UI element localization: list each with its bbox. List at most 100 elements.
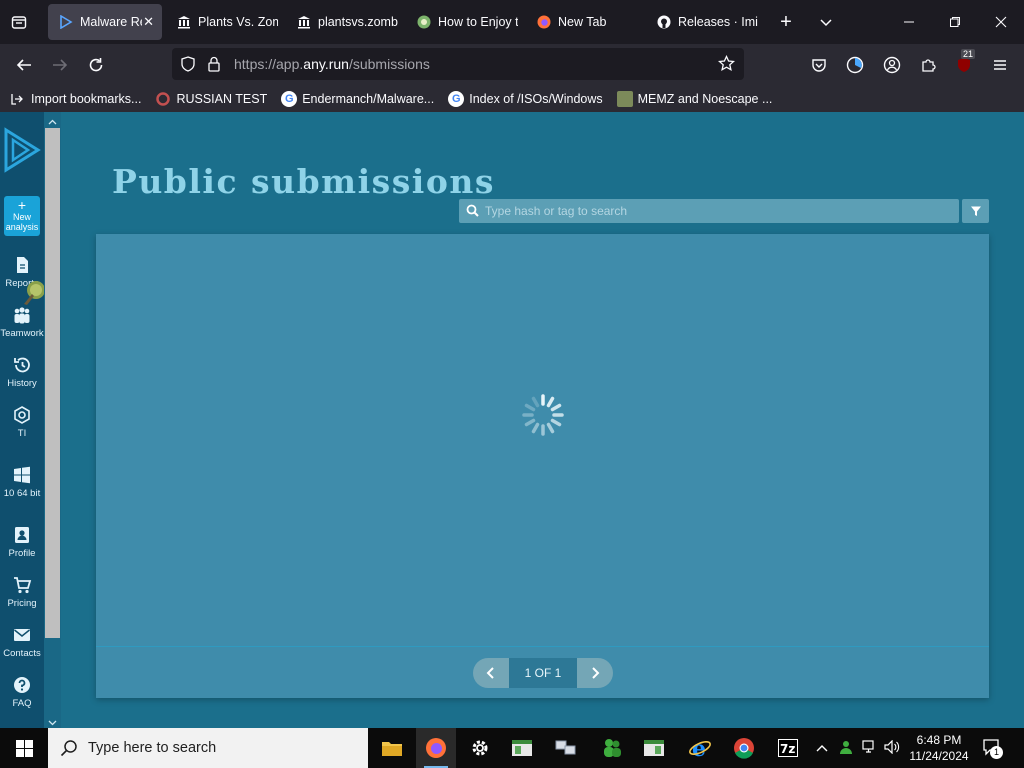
url-prefix: https://app. [234,56,304,72]
scrollbar-thumb[interactable] [45,128,60,638]
scroll-down-arrow-icon[interactable] [48,714,57,728]
list-all-tabs-icon[interactable] [6,10,32,34]
anyrun-logo[interactable] [2,126,42,174]
taskbar-chrome[interactable] [724,728,764,768]
bookmark-index-isos-windows[interactable]: G Index of /ISOs/Windows [448,90,603,107]
sidebar-item-history[interactable]: History [0,355,44,389]
close-window-icon[interactable] [978,0,1024,44]
sidebar-item-label: FAQ [12,698,32,709]
shield-icon[interactable] [180,56,196,77]
extension-badge: 21 [961,49,976,59]
taskbar-7zip[interactable]: 7z [768,728,808,768]
bookmark-memz-noescape[interactable]: MEMZ and Noescape ... [616,90,772,107]
next-page-button[interactable] [577,658,613,688]
cart-icon [14,577,32,594]
back-arrow-icon[interactable] [9,50,39,80]
sidebar-item-pricing[interactable]: Pricing [0,575,44,609]
chevron-right-icon [592,667,600,679]
tab-title: New Tab [558,15,607,29]
new-analysis-button[interactable]: + New analysis [4,196,40,236]
sidebar-item-windows-version[interactable]: 10 64 bit [0,465,44,499]
network-tray-icon[interactable] [862,740,878,757]
clock-date: 11/24/2024 [909,749,969,763]
internet-explorer-icon: e [689,736,711,760]
submissions-panel: 1 OF 1 [96,234,989,698]
notification-count-badge: 1 [990,746,1003,759]
chevron-left-icon [486,667,494,679]
sidebar-item-label: Profile [8,548,36,559]
show-hidden-icons-chevron-icon[interactable] [816,742,828,756]
taskbar-settings[interactable] [460,728,500,768]
museum-favicon-icon [296,14,312,30]
ublock-extension-icon[interactable]: 21 [949,49,979,80]
sidebar-item-faq[interactable]: FAQ [0,675,44,709]
windows-taskbar: Type here to search e 7z 6:48 PM 11/24/2… [0,728,1024,768]
loading-spinner-icon [520,392,566,438]
taskbar-app-window[interactable] [634,728,674,768]
search-icon [466,204,479,222]
taskbar-internet-explorer[interactable]: e [680,728,720,768]
search-icon [60,739,78,762]
tab-new-tab[interactable]: New Tab [526,4,642,40]
plus-icon: + [17,197,27,213]
url-text[interactable]: https://app.any.run/submissions [234,56,430,72]
taskbar-file-explorer[interactable] [372,728,412,768]
lock-icon[interactable] [207,56,221,77]
bookmark-russian-test[interactable]: RUSSIAN TEST [155,91,267,107]
reload-icon[interactable] [81,50,111,80]
bookmark-endermanch-malware[interactable]: G Endermanch/Malware... [281,90,434,107]
bookmark-import[interactable]: Import bookmarks... [10,91,141,107]
forward-arrow-icon[interactable] [45,50,75,80]
tab-plantsvs-zomb[interactable]: plantsvs.zomb [286,4,402,40]
sidebar-item-ti[interactable]: TI [0,405,44,439]
account-icon[interactable] [877,50,907,80]
extensions-puzzle-icon[interactable] [913,50,943,80]
tab-strip: Malware Re ✕ Plants Vs. Zom plantsvs.zom… [0,0,1024,44]
tab-title: plantsvs.zomb [318,15,398,29]
address-bar[interactable]: https://app.any.run/submissions [172,48,744,80]
tab-how-to-enjoy[interactable]: How to Enjoy t [406,4,522,40]
taskbar-app-network[interactable] [546,728,586,768]
bookmark-label: RUSSIAN TEST [176,91,268,106]
filter-button[interactable] [962,199,989,223]
firefox-icon [426,738,446,758]
tab-malware-research[interactable]: Malware Re ✕ [48,4,162,40]
sidebar-item-teamwork[interactable]: Teamwork [0,305,44,339]
previous-page-button[interactable] [473,658,509,688]
taskbar-app-registry[interactable] [502,728,542,768]
tab-releases[interactable]: Releases · Imin [646,4,762,40]
bookmark-star-icon[interactable] [717,54,736,77]
google-favicon-icon: G [281,90,298,107]
tab-plants-vs-zombies[interactable]: Plants Vs. Zom [166,4,282,40]
taskbar-search-box[interactable]: Type here to search [48,728,368,768]
sidebar-item-label: 10 64 bit [3,488,41,499]
extension-timer-icon[interactable] [840,50,870,80]
volume-tray-icon[interactable] [884,739,900,757]
menu-hamburger-icon[interactable] [985,50,1015,80]
bookmarks-toolbar: Import bookmarks... RUSSIAN TEST G Ender… [0,85,1024,112]
notifications-icon[interactable]: 1 [982,738,1003,759]
taskbar-firefox[interactable] [416,728,456,768]
sidebar-item-profile[interactable]: Profile [0,525,44,559]
restore-window-icon[interactable] [932,0,978,44]
mail-icon [14,629,30,641]
ti-icon [14,406,30,424]
gear-icon [472,740,488,756]
minimize-window-icon[interactable] [886,0,932,44]
bookmark-label: Index of /ISOs/Windows [469,91,603,106]
museum-favicon-icon [176,14,192,30]
pocket-icon[interactable] [804,50,834,80]
search-input[interactable]: Type hash or tag to search [459,199,959,223]
history-icon [14,357,30,373]
new-tab-plus-icon[interactable]: + [772,8,800,36]
user-tray-icon[interactable] [838,739,854,758]
taskbar-clock[interactable]: 6:48 PM 11/24/2024 [906,732,972,764]
sidebar-item-contacts[interactable]: Contacts [0,625,44,659]
window-app-icon [512,740,532,756]
image-favicon-icon [616,90,633,107]
windows-logo-icon [15,739,33,757]
chevron-down-icon[interactable] [812,8,840,36]
close-tab-icon[interactable]: ✕ [143,14,154,30]
taskbar-app-messenger[interactable] [592,728,632,768]
start-button[interactable] [0,728,48,768]
